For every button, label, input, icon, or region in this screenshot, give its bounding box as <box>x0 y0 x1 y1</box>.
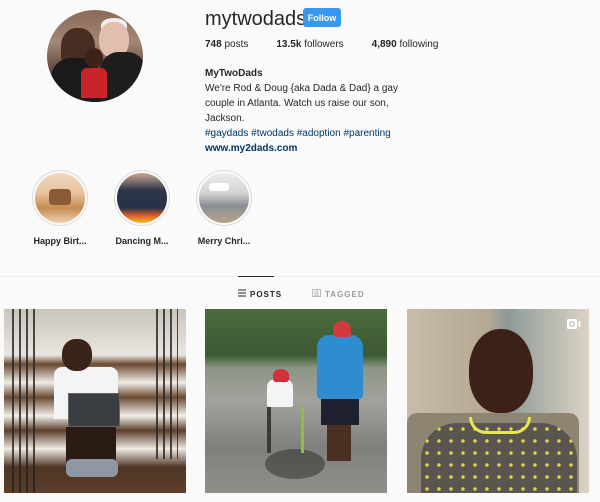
highlight-thumbnail <box>117 173 167 223</box>
following-stat[interactable]: 4,890 following <box>372 39 439 50</box>
highlight-thumbnail <box>199 173 249 223</box>
post-image-detail <box>469 417 531 434</box>
tab-posts[interactable]: POSTS <box>238 289 282 299</box>
highlight-item[interactable]: Merry Chri... <box>184 170 264 246</box>
tagged-icon <box>312 289 321 299</box>
highlight-ring <box>32 170 88 226</box>
post-image-detail <box>273 369 289 382</box>
video-icon <box>567 316 581 329</box>
post-thumbnail[interactable] <box>205 309 387 493</box>
following-count: 4,890 <box>371 39 397 50</box>
tab-tagged-label: TAGGED <box>325 289 365 299</box>
profile-bio: MyTwoDads We're Rod & Doug {aka Dada & D… <box>205 66 405 156</box>
post-image-detail <box>12 309 38 493</box>
highlight-label: Dancing M... <box>115 236 169 246</box>
followers-label: followers <box>304 39 344 50</box>
posts-label: posts <box>224 39 249 50</box>
highlight-item[interactable]: Dancing M... <box>102 170 182 246</box>
followers-count: 13.5k <box>276 39 302 50</box>
followers-stat[interactable]: 13.5k followers <box>276 39 343 50</box>
highlight-ring <box>196 170 252 226</box>
profile-avatar[interactable] <box>47 10 143 102</box>
post-image-detail <box>267 379 293 407</box>
highlight-ring <box>114 170 170 226</box>
following-label: following <box>399 39 439 50</box>
post-image-detail <box>156 309 178 459</box>
post-image-detail <box>62 339 92 371</box>
tab-tagged[interactable]: TAGGED <box>312 289 365 299</box>
post-image-detail <box>321 397 359 425</box>
bio-name: MyTwoDads <box>205 68 263 79</box>
post-image-detail <box>327 425 351 461</box>
posts-count: 748 <box>205 39 222 50</box>
post-thumbnail[interactable] <box>407 309 589 493</box>
follow-button[interactable]: Follow <box>303 8 341 27</box>
post-image-detail <box>333 321 351 337</box>
post-image-detail <box>66 459 118 477</box>
highlight-label: Merry Chri... <box>197 236 251 246</box>
highlight-item[interactable]: Happy Birt... <box>20 170 100 246</box>
avatar-figure <box>85 48 103 68</box>
active-tab-indicator <box>238 276 274 277</box>
tabs-divider <box>0 276 600 277</box>
bio-hashtags[interactable]: #gaydads #twodads #adoption #parenting <box>205 126 405 141</box>
post-image-detail <box>317 335 363 399</box>
posts-stat: 748 posts <box>205 39 248 50</box>
bio-text: We're Rod & Doug {aka Dada & Dad} a gay … <box>205 83 398 124</box>
avatar-figure <box>81 68 107 98</box>
post-image-detail <box>267 407 304 453</box>
bio-website-link[interactable]: www.my2dads.com <box>205 141 405 156</box>
grid-icon <box>238 289 246 299</box>
post-image-detail <box>68 393 120 427</box>
post-image-detail <box>265 449 325 479</box>
post-thumbnail[interactable] <box>4 309 186 493</box>
tab-posts-label: POSTS <box>250 289 283 299</box>
highlight-thumbnail <box>35 173 85 223</box>
story-highlights: Happy Birt... Dancing M... Merry Chri... <box>20 170 270 250</box>
profile-username: mytwodads <box>205 8 307 30</box>
highlight-label: Happy Birt... <box>33 236 87 246</box>
post-image-detail <box>469 329 533 413</box>
profile-stats: 748 posts 13.5k followers 4,890 followin… <box>205 39 466 50</box>
